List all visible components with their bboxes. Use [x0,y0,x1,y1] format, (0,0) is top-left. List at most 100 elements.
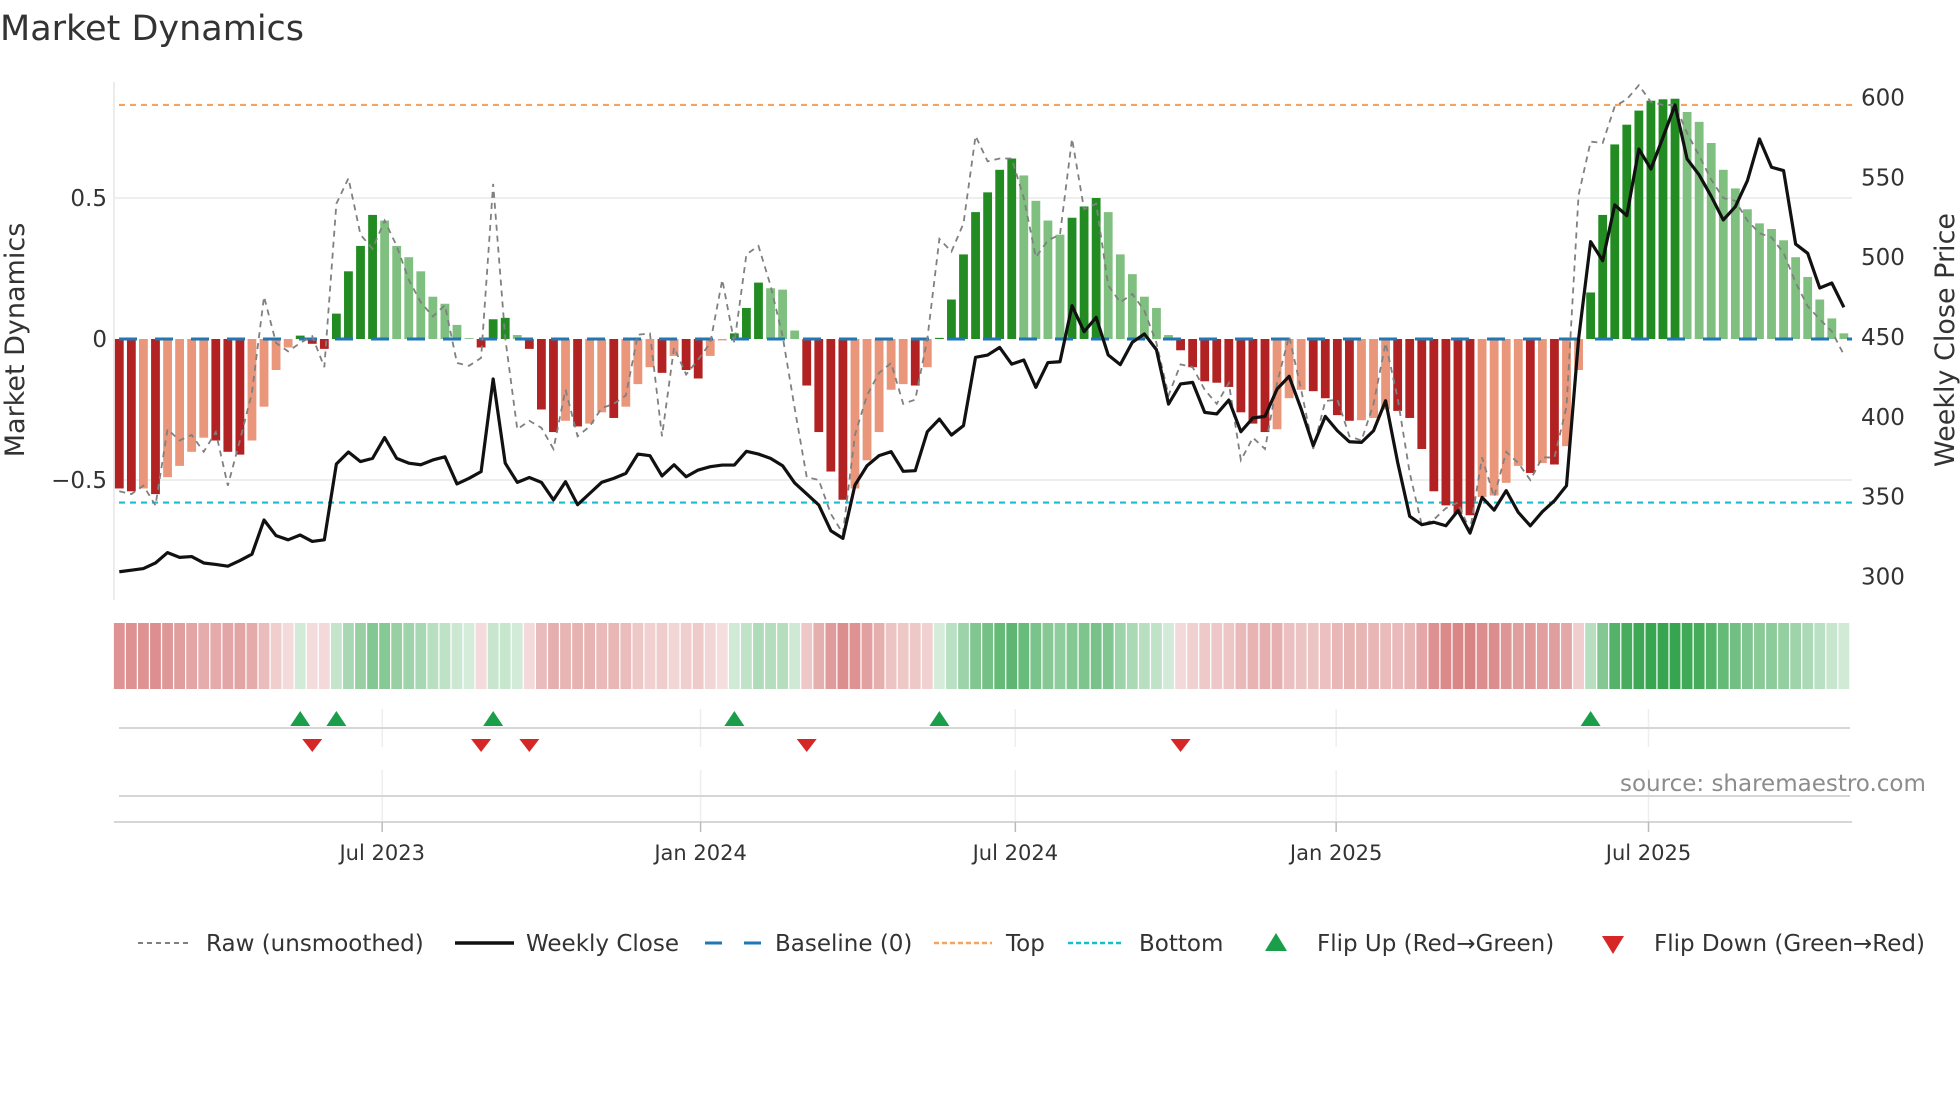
momentum-bar [223,339,233,452]
heat-strip-cell [174,623,185,689]
heat-strip-cell [572,623,583,689]
flip-up-marker [1580,711,1601,726]
y-axis-title: Market Dynamics [0,223,31,458]
momentum-bar [681,339,691,371]
heat-strip-cell [1669,623,1681,689]
momentum-bar [1694,121,1704,339]
heat-strip-cell [1319,623,1331,689]
momentum-bar [1055,234,1065,339]
heat-strip-cell [1549,623,1560,689]
momentum-bar [235,339,245,455]
momentum-bar [1031,200,1041,339]
momentum-bar [597,339,607,413]
momentum-bar [1453,339,1463,514]
momentum-bar [199,339,209,438]
heat-strip-cell [1018,623,1030,689]
heat-strip-cell [1416,623,1428,689]
momentum-bar [175,339,184,466]
momentum-bar [1429,339,1439,492]
heat-strip-cell [716,623,728,689]
heat-strip-cell [765,623,776,689]
momentum-bar [549,339,558,433]
heat-strip-cell [1621,623,1633,689]
momentum-bar [778,289,787,339]
heat-strip-cell [1693,623,1705,689]
y-tick-label: 0 [92,327,107,353]
heat-strip-cell [222,623,234,689]
heat-strip-cell [1705,623,1717,689]
heat-strip-cell [1066,623,1078,689]
flip-down-marker [471,739,492,752]
heat-strip-cell [704,623,716,689]
legend: Raw (unsmoothed) Weekly Close Baseline (… [138,931,1925,957]
heat-strip-cell [1006,623,1018,689]
momentum-bar [1308,339,1318,392]
flip-up-marker [290,711,311,726]
momentum-heat-strip [113,623,1850,689]
heat-strip-cell [1259,623,1271,689]
heat-strip-cell [511,623,523,689]
heat-strip-cell [1452,623,1464,689]
momentum-bar [380,220,390,339]
heat-strip-cell [1356,623,1367,689]
momentum-bar [766,288,775,339]
heat-strip-cell [355,623,366,689]
raw-unsmoothed-line [119,83,1845,537]
momentum-bar [1381,339,1390,410]
heat-strip-cell [330,623,342,689]
heat-strip-cell [596,623,608,689]
legend-top-label: Top [1005,931,1045,957]
momentum-bar [1791,257,1801,339]
heat-strip-cell [1344,623,1355,689]
heat-strip-cell [1307,623,1319,689]
heat-strip-cell [258,623,270,689]
heat-strip-cell [439,623,451,689]
heat-strip-cell [1790,623,1802,689]
momentum-bar [139,339,148,489]
flip-up-marker [724,711,745,726]
legend-flip-up-label: Flip Up (Red→Green) [1317,931,1554,957]
momentum-bar [1176,339,1185,351]
heat-strip-cell [608,623,620,689]
heat-strip-cell [982,623,994,689]
y2-tick-label: 400 [1861,405,1905,431]
momentum-bar [838,339,848,500]
momentum-bar [1755,223,1764,339]
heat-strip-cell [644,623,656,689]
momentum-bar [934,337,944,339]
momentum-bar [1127,274,1137,339]
momentum-bar [1284,339,1294,399]
momentum-bar [645,339,655,368]
heat-strip-cell [849,623,861,689]
momentum-bar [754,282,763,339]
heat-strip-cell [801,623,813,689]
heat-strip-cell [270,623,282,689]
heat-strip-cell [837,623,849,689]
momentum-bar [1369,339,1378,418]
momentum-bar [1405,339,1415,418]
x-tick-label: Jul 2023 [337,841,424,865]
x-tick-label: Jan 2024 [652,841,747,865]
heat-strip-cell [656,623,668,689]
heat-strip-cell [294,623,306,689]
legend-bottom-label: Bottom [1139,931,1223,957]
heat-strip-cell [1657,623,1669,689]
momentum-bar [1188,339,1198,368]
y2-tick-labels: 600 550 500 450 400 350 300 [1861,85,1905,590]
momentum-bar [163,339,172,478]
momentum-bar [1598,214,1608,339]
heat-strip-cell [1609,623,1621,689]
momentum-bar [971,212,980,339]
momentum-bar [1224,339,1234,387]
heat-strip-cell [921,623,933,689]
momentum-bar [259,339,269,407]
heat-strip-cell [1476,623,1488,689]
momentum-bar [344,271,353,339]
y2-tick-label: 300 [1861,565,1905,591]
flip-down-marker [796,739,817,752]
momentum-bar [947,299,956,339]
momentum-bar [1007,158,1017,339]
heat-strip-cell [1392,623,1404,689]
flip-down-marker [1170,739,1191,752]
legend-close-label: Weekly Close [526,931,679,957]
